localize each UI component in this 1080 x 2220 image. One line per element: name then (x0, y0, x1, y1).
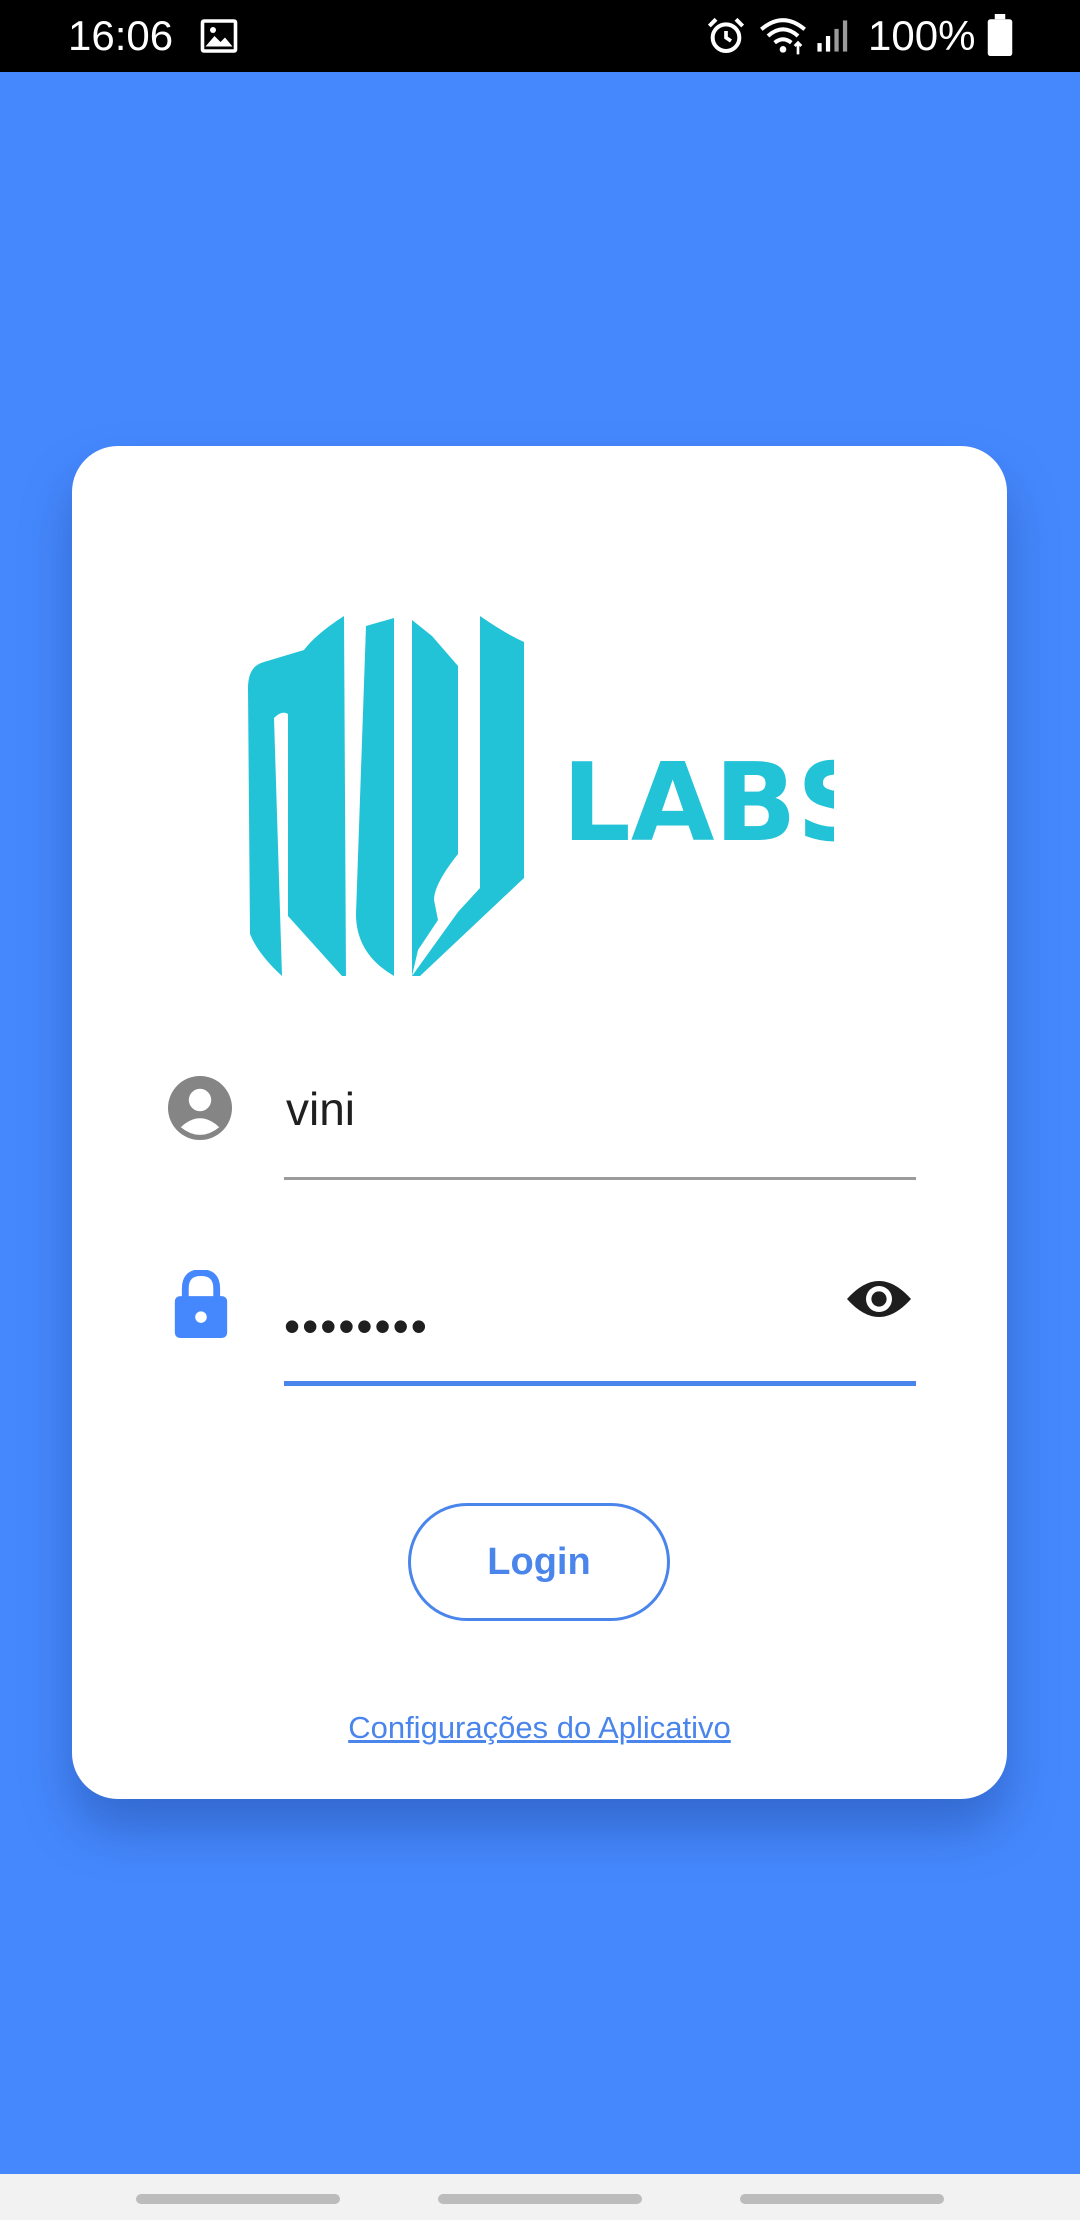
wifi-icon (760, 18, 806, 55)
status-time: 16:06 (68, 12, 174, 59)
password-underline (284, 1381, 916, 1386)
login-button[interactable]: Login (408, 1503, 670, 1621)
nu-labs-logo: LABS (248, 616, 834, 976)
status-bar: 16:06 100% (0, 0, 1080, 72)
nav-button-back[interactable] (740, 2194, 944, 2204)
password-value[interactable]: •••••••• (284, 1296, 429, 1356)
app-settings-link[interactable]: Configurações do Aplicativo (72, 1710, 1007, 1746)
navigation-bar (0, 2174, 1080, 2220)
password-field[interactable]: •••••••• (284, 1272, 916, 1386)
user-icon (168, 1076, 232, 1140)
battery-icon (987, 14, 1013, 56)
alarm-icon (707, 17, 745, 54)
username-field[interactable]: vini (284, 1070, 916, 1180)
logo-text: LABS (562, 741, 834, 866)
username-underline (284, 1177, 916, 1180)
battery-percentage: 100% (868, 12, 976, 59)
eye-icon[interactable] (845, 1274, 913, 1324)
username-value[interactable]: vini (286, 1078, 355, 1140)
lock-icon (174, 1270, 228, 1338)
image-icon (200, 19, 238, 53)
nav-button-home[interactable] (438, 2194, 642, 2204)
signal-icon (817, 20, 848, 52)
nav-button-recents[interactable] (136, 2194, 340, 2204)
